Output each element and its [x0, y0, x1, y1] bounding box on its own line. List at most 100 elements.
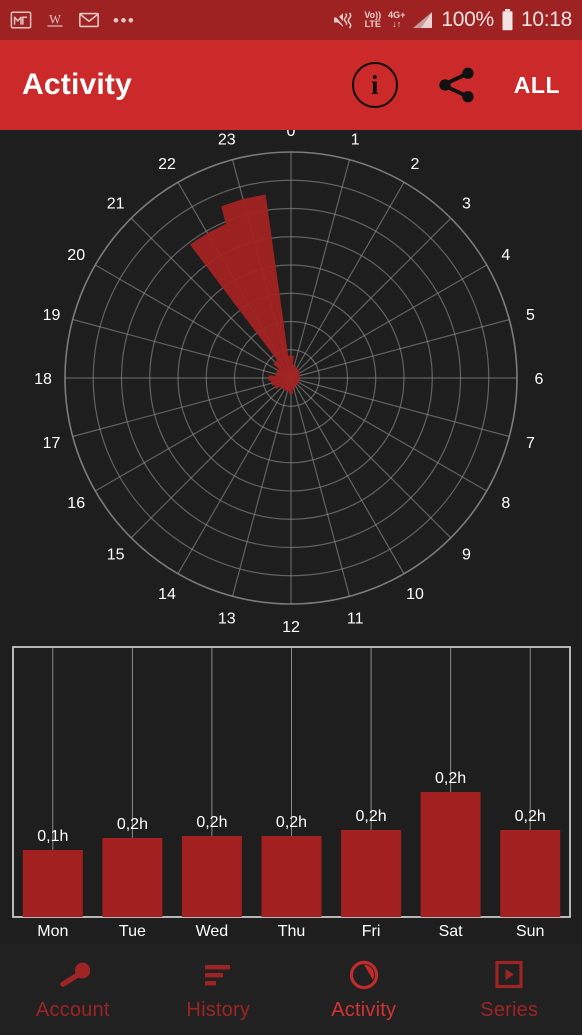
- polar-axis-label: 8: [501, 495, 510, 512]
- clock-icon: [347, 958, 381, 992]
- more-icon: •••: [113, 10, 136, 30]
- bar-category-label: Tue: [119, 923, 146, 940]
- app-bar-actions: i ALL: [351, 62, 560, 108]
- polar-grid-spoke: [290, 377, 510, 438]
- bar-category-label: Sat: [439, 923, 464, 940]
- polar-chart: 0 1 2 3 4 5 6 7 8 9 10 11 12 13 14 15 16 17 18 19 20 21 22 23: [0, 130, 582, 634]
- bar: [341, 830, 402, 917]
- bar-value-label: 0,2h: [196, 814, 227, 831]
- polar-axis-label: 23: [218, 132, 236, 149]
- polar-grid-spoke: [290, 377, 488, 492]
- list-bars-icon: [201, 958, 235, 992]
- polar-grid-spoke: [290, 377, 405, 575]
- polar-axis-label: 13: [218, 611, 236, 628]
- bar: [181, 836, 242, 917]
- nav-item-activity-label: Activity: [331, 998, 397, 1021]
- play-square-icon: [492, 958, 526, 992]
- share-icon[interactable]: [434, 63, 478, 107]
- polar-grid-spoke: [177, 377, 292, 575]
- page-title: Activity: [22, 68, 132, 101]
- bar-chart: 0,1h Mon 0,2h Tue 0,2h Wed 0,2h Thu 0,2h Fri 0,2h S…: [0, 634, 582, 944]
- status-bar-system: Vo)) LTE 4G+ ↓↑ 100% 10:18: [331, 8, 572, 32]
- polar-grid-spoke: [290, 159, 351, 379]
- svg-text:W: W: [49, 12, 61, 26]
- bar-value-label: 0,2h: [435, 770, 466, 787]
- bar-value-label: 0,2h: [117, 816, 148, 833]
- polar-grid-spoke: [290, 181, 405, 379]
- bar-chart-canvas[interactable]: 0,1h Mon 0,2h Tue 0,2h Wed 0,2h Thu 0,2h Fri 0,2h S…: [0, 634, 582, 944]
- polar-grid-spoke: [290, 318, 510, 379]
- polar-grid-spoke: [290, 377, 351, 597]
- polar-grid-spoke: [290, 377, 452, 539]
- polar-chart-canvas[interactable]: 0 1234567891011121314151617181920212223: [0, 130, 582, 634]
- bar-value-label: 0,2h: [276, 814, 307, 831]
- bar-value-label: 0,1h: [37, 828, 68, 845]
- filter-all-button[interactable]: ALL: [514, 72, 560, 99]
- mute-icon: [332, 10, 352, 29]
- battery-full-icon: [502, 9, 513, 31]
- polar-axis-label: 21: [107, 196, 125, 213]
- polar-axis-label: 1: [351, 132, 360, 149]
- app-bar: Activity i ALL: [0, 40, 582, 130]
- bar-value-label: 0,2h: [515, 808, 546, 825]
- nav-item-account-label: Account: [35, 998, 110, 1021]
- nav-item-history[interactable]: History: [146, 944, 292, 1035]
- status-bar: W ••• Vo)) LTE 4G+ ↓↑ 100% 10:18: [0, 0, 582, 40]
- polar-axis-label: 12: [282, 619, 300, 634]
- polar-grid-spoke: [290, 264, 488, 379]
- polar-grid-spoke: [72, 377, 292, 438]
- bar-category-label: Sun: [516, 923, 544, 940]
- polar-axis-label: 4: [501, 247, 510, 264]
- status-bar-clock: 10:18: [520, 8, 572, 31]
- wrench-icon: [56, 958, 90, 992]
- bar: [261, 836, 322, 917]
- polar-axis-label: 6: [535, 371, 544, 388]
- polar-axis-label: 16: [67, 495, 85, 512]
- polar-grid-spoke: [290, 217, 452, 379]
- polar-axis-label: 11: [347, 611, 364, 628]
- bar: [102, 838, 163, 917]
- bar-category-label: Thu: [278, 923, 306, 940]
- polar-axis-label: 20: [67, 247, 85, 264]
- polar-axis-label: 10: [406, 586, 424, 603]
- nav-item-account[interactable]: Account: [0, 944, 146, 1035]
- bar-category-label: Wed: [196, 923, 229, 940]
- polar-axis-label: 22: [158, 156, 176, 173]
- nav-item-series-label: Series: [480, 998, 539, 1021]
- polar-grid-spoke: [130, 377, 292, 539]
- wikipedia-icon: W: [47, 12, 63, 27]
- polar-axis-label: 0: [287, 130, 296, 140]
- bar-value-label: 0,2h: [356, 808, 387, 825]
- email-icon: [79, 12, 99, 28]
- battery-percent: 100%: [441, 8, 494, 31]
- bottom-navigation: Account History Activity Series: [0, 944, 582, 1035]
- gmail-icon: [10, 11, 32, 29]
- polar-grid-spoke: [94, 377, 292, 492]
- info-icon[interactable]: i: [351, 62, 398, 108]
- signal-bars-icon: [413, 12, 433, 28]
- bar-category-label: Mon: [37, 923, 68, 940]
- status-bar-notifications: W •••: [10, 9, 135, 31]
- polar-axis-label: 5: [526, 307, 535, 324]
- nav-item-history-label: History: [186, 998, 251, 1021]
- volte-indicator: Vo)) LTE: [364, 10, 382, 29]
- nav-item-activity[interactable]: Activity: [291, 944, 437, 1035]
- polar-axis-label: 14: [158, 586, 176, 603]
- polar-axis-label: 7: [526, 435, 535, 452]
- info-glyph: i: [371, 69, 379, 100]
- polar-axis-label: 17: [43, 435, 61, 452]
- nav-item-series[interactable]: Series: [437, 944, 582, 1035]
- bar: [22, 850, 83, 917]
- polar-axis-label: 9: [462, 546, 471, 563]
- bar: [420, 792, 481, 917]
- network-type-indicator: 4G+ ↓↑: [388, 10, 406, 29]
- polar-axis-label: 19: [43, 307, 61, 324]
- polar-axis-label: 18: [34, 371, 52, 388]
- bar: [500, 830, 561, 917]
- bar-category-label: Fri: [362, 923, 381, 940]
- polar-axis-label: 15: [107, 546, 125, 563]
- polar-grid-spoke: [231, 377, 292, 597]
- polar-axis-label: 2: [411, 156, 420, 173]
- polar-axis-label: 3: [462, 196, 471, 213]
- app-root: W ••• Vo)) LTE 4G+ ↓↑ 100% 10:18 Activit…: [0, 0, 582, 1035]
